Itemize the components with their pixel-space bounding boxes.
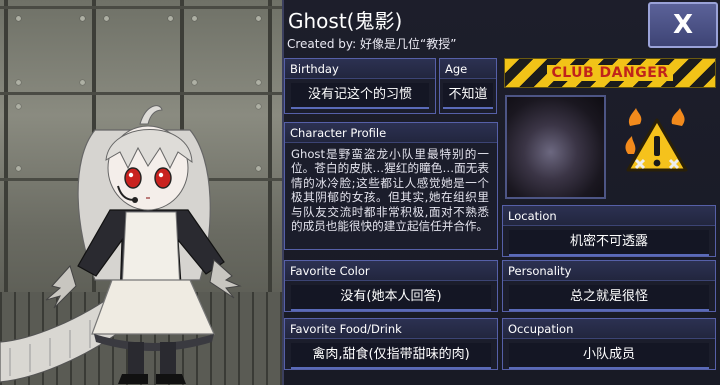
rivet <box>80 16 85 21</box>
rivet <box>16 80 21 85</box>
birthday-label: Birthday <box>285 59 435 79</box>
favorite-food-label: Favorite Food/Drink <box>285 319 497 339</box>
location-value: 机密不可透露 <box>509 230 709 256</box>
age-field: Age 不知道 <box>439 58 497 114</box>
occupation-label: Occupation <box>503 319 715 339</box>
favorite-color-label: Favorite Color <box>285 261 497 281</box>
birthday-value: 没有记这个的习惯 <box>291 83 429 109</box>
personality-field: Personality 总之就是很怪 <box>502 260 716 312</box>
rivet <box>80 80 85 85</box>
favorite-color-value: 没有(她本人回答) <box>291 285 491 311</box>
occupation-field: Occupation 小队成员 <box>502 318 716 370</box>
favorite-food-value: 禽肉,甜食(仅指带甜味的肉) <box>291 343 491 369</box>
personality-label: Personality <box>503 261 715 281</box>
personality-value: 总之就是很怪 <box>509 285 709 311</box>
close-button[interactable]: X <box>648 2 718 48</box>
location-field: Location 机密不可透露 <box>502 205 716 257</box>
background-scene <box>0 0 282 385</box>
rivet <box>256 80 261 85</box>
character-profile-field: Character Profile Ghost是野蛮盗龙小队里最特别的一位。苍白… <box>284 122 498 250</box>
favorite-food-field: Favorite Food/Drink 禽肉,甜食(仅指带甜味的肉) <box>284 318 498 370</box>
rivet <box>192 80 197 85</box>
hazard-warning-icon <box>625 108 688 172</box>
character-name: Ghost(鬼影) <box>288 9 403 33</box>
age-value: 不知道 <box>443 83 493 109</box>
location-label: Location <box>503 206 715 226</box>
occupation-value: 小队成员 <box>509 343 709 369</box>
club-danger-text: CLUB DANGER <box>547 65 673 81</box>
close-icon: X <box>672 10 694 40</box>
creator-line: Created by: 好像是几位“教授” <box>287 37 457 51</box>
rivet <box>192 16 197 21</box>
age-label: Age <box>440 59 496 79</box>
favorite-color-field: Favorite Color 没有(她本人回答) <box>284 260 498 312</box>
birthday-field: Birthday 没有记这个的习惯 <box>284 58 436 114</box>
character-photo <box>505 95 606 199</box>
wall-seam <box>0 6 282 9</box>
character-sprite <box>0 105 242 384</box>
rivet <box>256 16 261 21</box>
rivet <box>104 16 109 21</box>
character-profile-text: Ghost是野蛮盗龙小队里最特别的一位。苍白的皮肤…猩红的瞳色…面无表情的冰冷脸… <box>291 147 489 234</box>
character-profile-label: Character Profile <box>285 123 497 143</box>
club-danger-banner: CLUB DANGER <box>504 58 716 88</box>
rivet <box>16 16 21 21</box>
rivet <box>168 16 173 21</box>
